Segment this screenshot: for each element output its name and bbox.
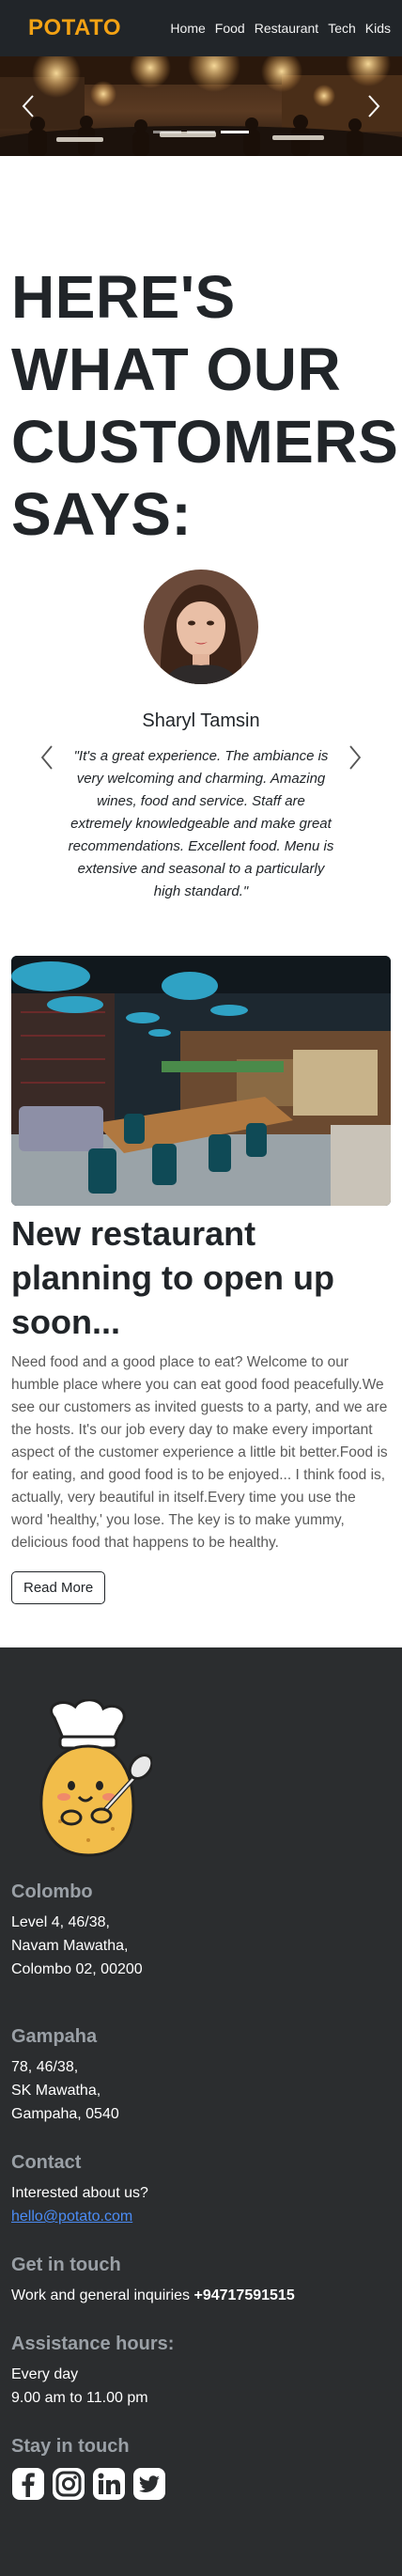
- colombo-heading: Colombo: [11, 1881, 93, 1902]
- social-links: [11, 2467, 391, 2501]
- potato-chef-mascot-logo: [39, 1699, 152, 1857]
- article-card: New restaurant planning to open up soon.…: [0, 956, 402, 1647]
- email-link[interactable]: hello@potato.com: [11, 2209, 132, 2225]
- restaurant-photo: [11, 956, 391, 1206]
- contact-block: Interested about us? hello@potato.com: [11, 2181, 391, 2228]
- carousel-indicators: [0, 131, 402, 133]
- hours-line: 9.00 am to 11.00 pm: [11, 2390, 148, 2406]
- hero-carousel: [0, 56, 402, 156]
- nav-link-tech[interactable]: Tech: [328, 21, 356, 36]
- colombo-address: Level 4, 46/38, Navam Mawatha, Colombo 0…: [11, 1911, 391, 1981]
- gampaha-address: 78, 46/38, SK Mawatha, Gampaha, 0540: [11, 2055, 391, 2126]
- testimonials-heading: HERE'S WHAT OUR CUSTOMERS SAYS:: [11, 263, 399, 548]
- footer: Colombo Level 4, 46/38, Navam Mawatha, C…: [0, 1647, 402, 2576]
- testimonial-slide: Sharyl Tamsin "It's a great experience. …: [11, 570, 391, 903]
- carousel-next-button[interactable]: [346, 56, 402, 156]
- facebook-icon[interactable]: [11, 2467, 45, 2501]
- chevron-right-icon: [368, 95, 380, 117]
- carousel-indicator[interactable]: [153, 131, 181, 133]
- hours-line: Every day: [11, 2366, 79, 2382]
- twitter-icon[interactable]: [132, 2467, 166, 2501]
- article-title: New restaurant planning to open up soon.…: [11, 1214, 334, 1341]
- instagram-icon[interactable]: [52, 2467, 85, 2501]
- gampaha-heading: Gampaha: [11, 2026, 98, 2047]
- testimonial-quote: "It's a great experience. The ambiance i…: [68, 748, 334, 899]
- stay-in-touch-heading: Stay in touch: [11, 2436, 130, 2457]
- contact-heading: Contact: [11, 2152, 82, 2173]
- carousel-indicator[interactable]: [221, 131, 249, 133]
- address-line: Level 4, 46/38,: [11, 1914, 110, 1930]
- address-line: Gampaha, 0540: [11, 2106, 119, 2122]
- nav-links: Home Food Restaurant Tech Kids: [170, 21, 391, 36]
- chevron-right-icon: [349, 745, 362, 770]
- testimonial-next-button[interactable]: [336, 729, 374, 786]
- carousel-indicator[interactable]: [187, 131, 215, 133]
- phone-number[interactable]: +94717591515: [193, 2287, 294, 2303]
- carousel-prev-button[interactable]: [0, 56, 56, 156]
- address-line: SK Mawatha,: [11, 2083, 101, 2099]
- article-body: Need food and a good place to eat? Welco…: [11, 1354, 388, 1551]
- testimonial-prev-button[interactable]: [28, 729, 66, 786]
- navbar: POTATO Home Food Restaurant Tech Kids: [0, 0, 402, 56]
- assistance-hours: Every day 9.00 am to 11.00 pm: [11, 2363, 391, 2410]
- restaurant-interior-image: [0, 56, 402, 156]
- nav-link-restaurant[interactable]: Restaurant: [255, 21, 318, 36]
- testimonials-section: HERE'S WHAT OUR CUSTOMERS SAYS: Sharyl T…: [0, 156, 402, 956]
- nav-link-home[interactable]: Home: [170, 21, 205, 36]
- inquiries-line: Work and general inquiries +94717591515: [11, 2284, 391, 2307]
- contact-text: Interested about us?: [11, 2185, 148, 2201]
- nav-link-food[interactable]: Food: [215, 21, 245, 36]
- inquiries-text: Work and general inquiries: [11, 2287, 194, 2303]
- reviewer-name: Sharyl Tamsin: [142, 710, 260, 731]
- brand-logo[interactable]: POTATO: [28, 15, 121, 41]
- address-line: Navam Mawatha,: [11, 1938, 129, 1954]
- address-line: 78, 46/38,: [11, 2059, 79, 2075]
- read-more-button[interactable]: Read More: [11, 1571, 106, 1604]
- assistance-hours-heading: Assistance hours:: [11, 2334, 175, 2354]
- address-line: Colombo 02, 00200: [11, 1961, 143, 1977]
- linkedin-icon[interactable]: [92, 2467, 126, 2501]
- chevron-left-icon: [40, 745, 53, 770]
- get-in-touch-heading: Get in touch: [11, 2255, 121, 2275]
- chevron-left-icon: [22, 95, 34, 117]
- nav-link-kids[interactable]: Kids: [365, 21, 391, 36]
- reviewer-avatar: [144, 570, 258, 684]
